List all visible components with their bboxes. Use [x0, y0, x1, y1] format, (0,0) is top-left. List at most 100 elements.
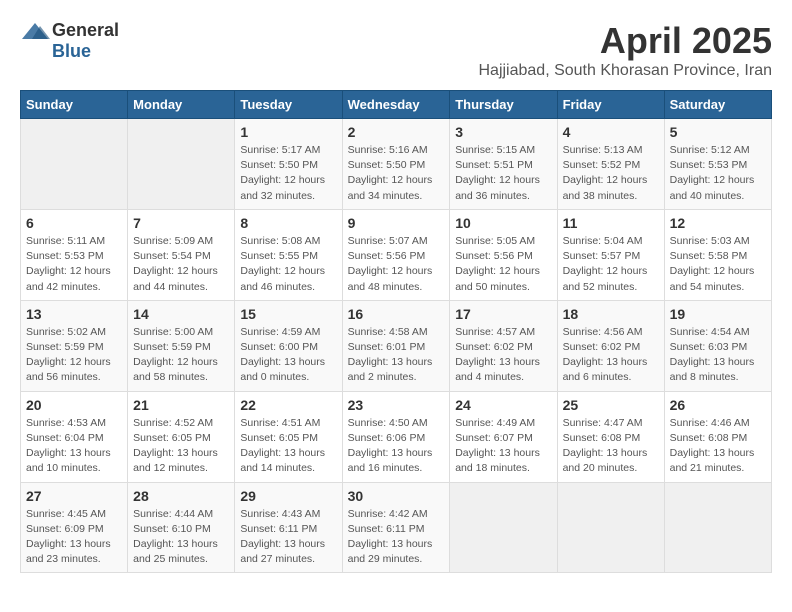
- day-info: Sunrise: 4:56 AM Sunset: 6:02 PM Dayligh…: [563, 325, 659, 386]
- day-number: 29: [240, 488, 336, 504]
- day-info: Sunrise: 5:12 AM Sunset: 5:53 PM Dayligh…: [670, 143, 766, 204]
- header-wednesday: Wednesday: [342, 91, 450, 119]
- week-row-5: 27Sunrise: 4:45 AM Sunset: 6:09 PM Dayli…: [21, 482, 772, 573]
- week-row-2: 6Sunrise: 5:11 AM Sunset: 5:53 PM Daylig…: [21, 209, 772, 300]
- calendar-cell: 11 Sunrise: 5:04 AM Sunset: 5:57 PM Dayli…: [557, 209, 664, 300]
- day-number: 7: [133, 215, 229, 231]
- day-number: 22: [240, 397, 336, 413]
- day-number: 26: [670, 397, 766, 413]
- day-number: 5: [670, 124, 766, 140]
- day-number: 20: [26, 397, 122, 413]
- calendar-header-row: SundayMondayTuesdayWednesdayThursdayFrid…: [21, 91, 772, 119]
- day-info: Sunrise: 5:04 AM Sunset: 5:57 PM Dayligh…: [563, 234, 659, 295]
- day-info: Sunrise: 5:08 AM Sunset: 5:55 PM Dayligh…: [240, 234, 336, 295]
- calendar-cell: 22 Sunrise: 4:51 AM Sunset: 6:05 PM Dayli…: [235, 391, 342, 482]
- calendar-cell: 5 Sunrise: 5:12 AM Sunset: 5:53 PM Daylig…: [664, 119, 771, 210]
- calendar-cell: 21Sunrise: 4:52 AM Sunset: 6:05 PM Dayli…: [128, 391, 235, 482]
- title-area: April 2025 Hajjiabad, South Khorasan Pro…: [478, 20, 772, 80]
- location-title: Hajjiabad, South Khorasan Province, Iran: [478, 62, 772, 80]
- day-number: 15: [240, 306, 336, 322]
- day-number: 11: [563, 215, 659, 231]
- header-sunday: Sunday: [21, 91, 128, 119]
- day-number: 14: [133, 306, 229, 322]
- day-number: 1: [240, 124, 336, 140]
- day-number: 6: [26, 215, 122, 231]
- calendar-cell: 10 Sunrise: 5:05 AM Sunset: 5:56 PM Dayli…: [450, 209, 557, 300]
- header-saturday: Saturday: [664, 91, 771, 119]
- calendar-cell: 28Sunrise: 4:44 AM Sunset: 6:10 PM Dayli…: [128, 482, 235, 573]
- calendar-cell: 8 Sunrise: 5:08 AM Sunset: 5:55 PM Daylig…: [235, 209, 342, 300]
- calendar-cell: 6Sunrise: 5:11 AM Sunset: 5:53 PM Daylig…: [21, 209, 128, 300]
- calendar-cell: 20 Sunrise: 4:53 AM Sunset: 6:04 PM Dayli…: [21, 391, 128, 482]
- day-number: 25: [563, 397, 659, 413]
- calendar-cell: 29 Sunrise: 4:43 AM Sunset: 6:11 PM Dayli…: [235, 482, 342, 573]
- calendar-cell: [128, 119, 235, 210]
- header-friday: Friday: [557, 91, 664, 119]
- day-number: 18: [563, 306, 659, 322]
- week-row-3: 13Sunrise: 5:02 AM Sunset: 5:59 PM Dayli…: [21, 300, 772, 391]
- calendar-cell: 18 Sunrise: 4:56 AM Sunset: 6:02 PM Dayli…: [557, 300, 664, 391]
- day-info: Sunrise: 5:17 AM Sunset: 5:50 PM Dayligh…: [240, 143, 336, 204]
- logo-blue: Blue: [52, 41, 91, 62]
- calendar-cell: 7Sunrise: 5:09 AM Sunset: 5:54 PM Daylig…: [128, 209, 235, 300]
- calendar-cell: 12 Sunrise: 5:03 AM Sunset: 5:58 PM Dayli…: [664, 209, 771, 300]
- week-row-4: 20 Sunrise: 4:53 AM Sunset: 6:04 PM Dayli…: [21, 391, 772, 482]
- header-tuesday: Tuesday: [235, 91, 342, 119]
- page-header: General Blue April 2025 Hajjiabad, South…: [20, 20, 772, 80]
- calendar-cell: 2 Sunrise: 5:16 AM Sunset: 5:50 PM Daylig…: [342, 119, 450, 210]
- day-info: Sunrise: 4:49 AM Sunset: 6:07 PM Dayligh…: [455, 416, 551, 477]
- calendar-cell: 14 Sunrise: 5:00 AM Sunset: 5:59 PM Dayli…: [128, 300, 235, 391]
- day-number: 23: [348, 397, 445, 413]
- calendar-cell: 3 Sunrise: 5:15 AM Sunset: 5:51 PM Daylig…: [450, 119, 557, 210]
- day-number: 8: [240, 215, 336, 231]
- day-info: Sunrise: 5:07 AM Sunset: 5:56 PM Dayligh…: [348, 234, 445, 295]
- day-info: Sunrise: 4:59 AM Sunset: 6:00 PM Dayligh…: [240, 325, 336, 386]
- calendar-cell: [664, 482, 771, 573]
- day-number: 12: [670, 215, 766, 231]
- day-info: Sunrise: 4:58 AM Sunset: 6:01 PM Dayligh…: [348, 325, 445, 386]
- day-info: Sunrise: 5:13 AM Sunset: 5:52 PM Dayligh…: [563, 143, 659, 204]
- logo-general: General: [52, 20, 119, 41]
- day-number: 17: [455, 306, 551, 322]
- calendar-cell: 30 Sunrise: 4:42 AM Sunset: 6:11 PM Dayli…: [342, 482, 450, 573]
- day-info: Sunrise: 4:42 AM Sunset: 6:11 PM Dayligh…: [348, 507, 445, 568]
- day-info: Sunrise: 4:45 AM Sunset: 6:09 PM Dayligh…: [26, 507, 122, 568]
- day-info: Sunrise: 4:52 AM Sunset: 6:05 PM Dayligh…: [133, 416, 229, 477]
- logo: General Blue: [20, 20, 119, 62]
- day-info: Sunrise: 5:16 AM Sunset: 5:50 PM Dayligh…: [348, 143, 445, 204]
- day-info: Sunrise: 4:43 AM Sunset: 6:11 PM Dayligh…: [240, 507, 336, 568]
- month-title: April 2025: [478, 20, 772, 62]
- calendar-cell: 19Sunrise: 4:54 AM Sunset: 6:03 PM Dayli…: [664, 300, 771, 391]
- day-info: Sunrise: 5:03 AM Sunset: 5:58 PM Dayligh…: [670, 234, 766, 295]
- day-number: 24: [455, 397, 551, 413]
- day-info: Sunrise: 4:53 AM Sunset: 6:04 PM Dayligh…: [26, 416, 122, 477]
- day-info: Sunrise: 4:57 AM Sunset: 6:02 PM Dayligh…: [455, 325, 551, 386]
- calendar-cell: [450, 482, 557, 573]
- day-number: 4: [563, 124, 659, 140]
- calendar-cell: 15 Sunrise: 4:59 AM Sunset: 6:00 PM Dayli…: [235, 300, 342, 391]
- day-info: Sunrise: 5:15 AM Sunset: 5:51 PM Dayligh…: [455, 143, 551, 204]
- header-thursday: Thursday: [450, 91, 557, 119]
- day-info: Sunrise: 5:00 AM Sunset: 5:59 PM Dayligh…: [133, 325, 229, 386]
- day-info: Sunrise: 4:54 AM Sunset: 6:03 PM Dayligh…: [670, 325, 766, 386]
- week-row-1: 1 Sunrise: 5:17 AM Sunset: 5:50 PM Daylig…: [21, 119, 772, 210]
- calendar-cell: 16 Sunrise: 4:58 AM Sunset: 6:01 PM Dayli…: [342, 300, 450, 391]
- calendar-cell: 13Sunrise: 5:02 AM Sunset: 5:59 PM Dayli…: [21, 300, 128, 391]
- calendar-cell: 25 Sunrise: 4:47 AM Sunset: 6:08 PM Dayli…: [557, 391, 664, 482]
- day-number: 28: [133, 488, 229, 504]
- day-number: 10: [455, 215, 551, 231]
- day-info: Sunrise: 4:51 AM Sunset: 6:05 PM Dayligh…: [240, 416, 336, 477]
- calendar-cell: 4 Sunrise: 5:13 AM Sunset: 5:52 PM Daylig…: [557, 119, 664, 210]
- calendar-cell: 9Sunrise: 5:07 AM Sunset: 5:56 PM Daylig…: [342, 209, 450, 300]
- day-info: Sunrise: 5:05 AM Sunset: 5:56 PM Dayligh…: [455, 234, 551, 295]
- calendar-cell: 24 Sunrise: 4:49 AM Sunset: 6:07 PM Dayli…: [450, 391, 557, 482]
- day-number: 30: [348, 488, 445, 504]
- day-number: 16: [348, 306, 445, 322]
- day-number: 2: [348, 124, 445, 140]
- calendar-cell: 1 Sunrise: 5:17 AM Sunset: 5:50 PM Daylig…: [235, 119, 342, 210]
- logo-icon: [20, 21, 50, 41]
- day-number: 3: [455, 124, 551, 140]
- day-info: Sunrise: 4:47 AM Sunset: 6:08 PM Dayligh…: [563, 416, 659, 477]
- day-number: 13: [26, 306, 122, 322]
- day-info: Sunrise: 4:50 AM Sunset: 6:06 PM Dayligh…: [348, 416, 445, 477]
